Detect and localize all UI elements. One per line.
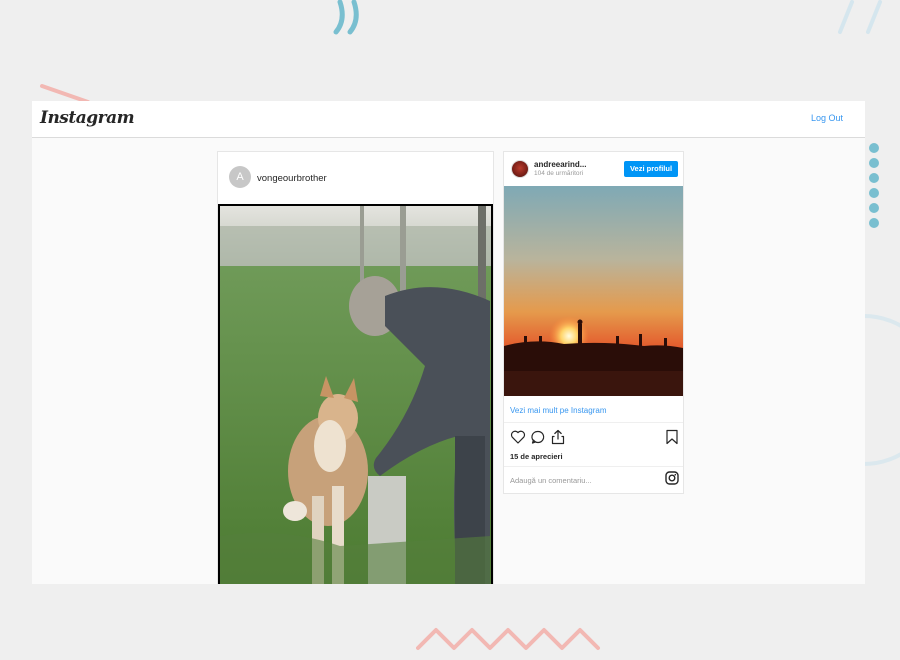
likes-count: 15 de aprecieri	[510, 452, 563, 461]
avatar[interactable]	[511, 160, 529, 178]
post-header: A vongeourbrother	[218, 152, 493, 204]
embed-photo[interactable]	[504, 186, 683, 396]
instagram-logo[interactable]: Instagram	[40, 108, 135, 128]
embed-header: andreearind... 104 de urmăritori Vezi pr…	[504, 152, 683, 186]
logout-link[interactable]: Log Out	[811, 113, 843, 123]
media-illustration	[220, 206, 491, 584]
embed-followers: 104 de urmăritori	[534, 170, 584, 177]
browser-frame: Instagram Log Out A vongeourbrother andr…	[32, 101, 865, 584]
decor-arc	[863, 314, 900, 466]
post-media[interactable]	[218, 204, 493, 584]
embed-username[interactable]: andreearind...	[534, 160, 586, 169]
heart-icon[interactable]	[510, 429, 526, 445]
bookmark-icon[interactable]	[665, 429, 679, 445]
comment-icon[interactable]	[530, 429, 546, 445]
see-more-link[interactable]: Vezi mai mult pe Instagram	[510, 406, 606, 415]
view-profile-button[interactable]: Vezi profilul	[624, 161, 678, 177]
instagram-icon[interactable]	[665, 471, 679, 485]
divider	[504, 466, 683, 467]
decor-slashes	[838, 0, 882, 34]
divider	[504, 422, 683, 423]
decor-quote-shape	[333, 0, 359, 35]
post-username[interactable]: vongeourbrother	[257, 173, 327, 184]
comment-input[interactable]: Adaugă un comentariu...	[510, 476, 592, 485]
avatar[interactable]: A	[229, 166, 251, 188]
share-icon[interactable]	[550, 429, 566, 445]
decor-zigzag	[416, 628, 600, 650]
decor-dots	[869, 143, 879, 228]
top-navbar: Instagram Log Out	[32, 101, 865, 138]
embed-actions	[510, 429, 678, 445]
sunset-illustration	[504, 186, 683, 396]
feed-post: A vongeourbrother	[217, 151, 494, 584]
instagram-embed-card: andreearind... 104 de urmăritori Vezi pr…	[503, 151, 684, 494]
